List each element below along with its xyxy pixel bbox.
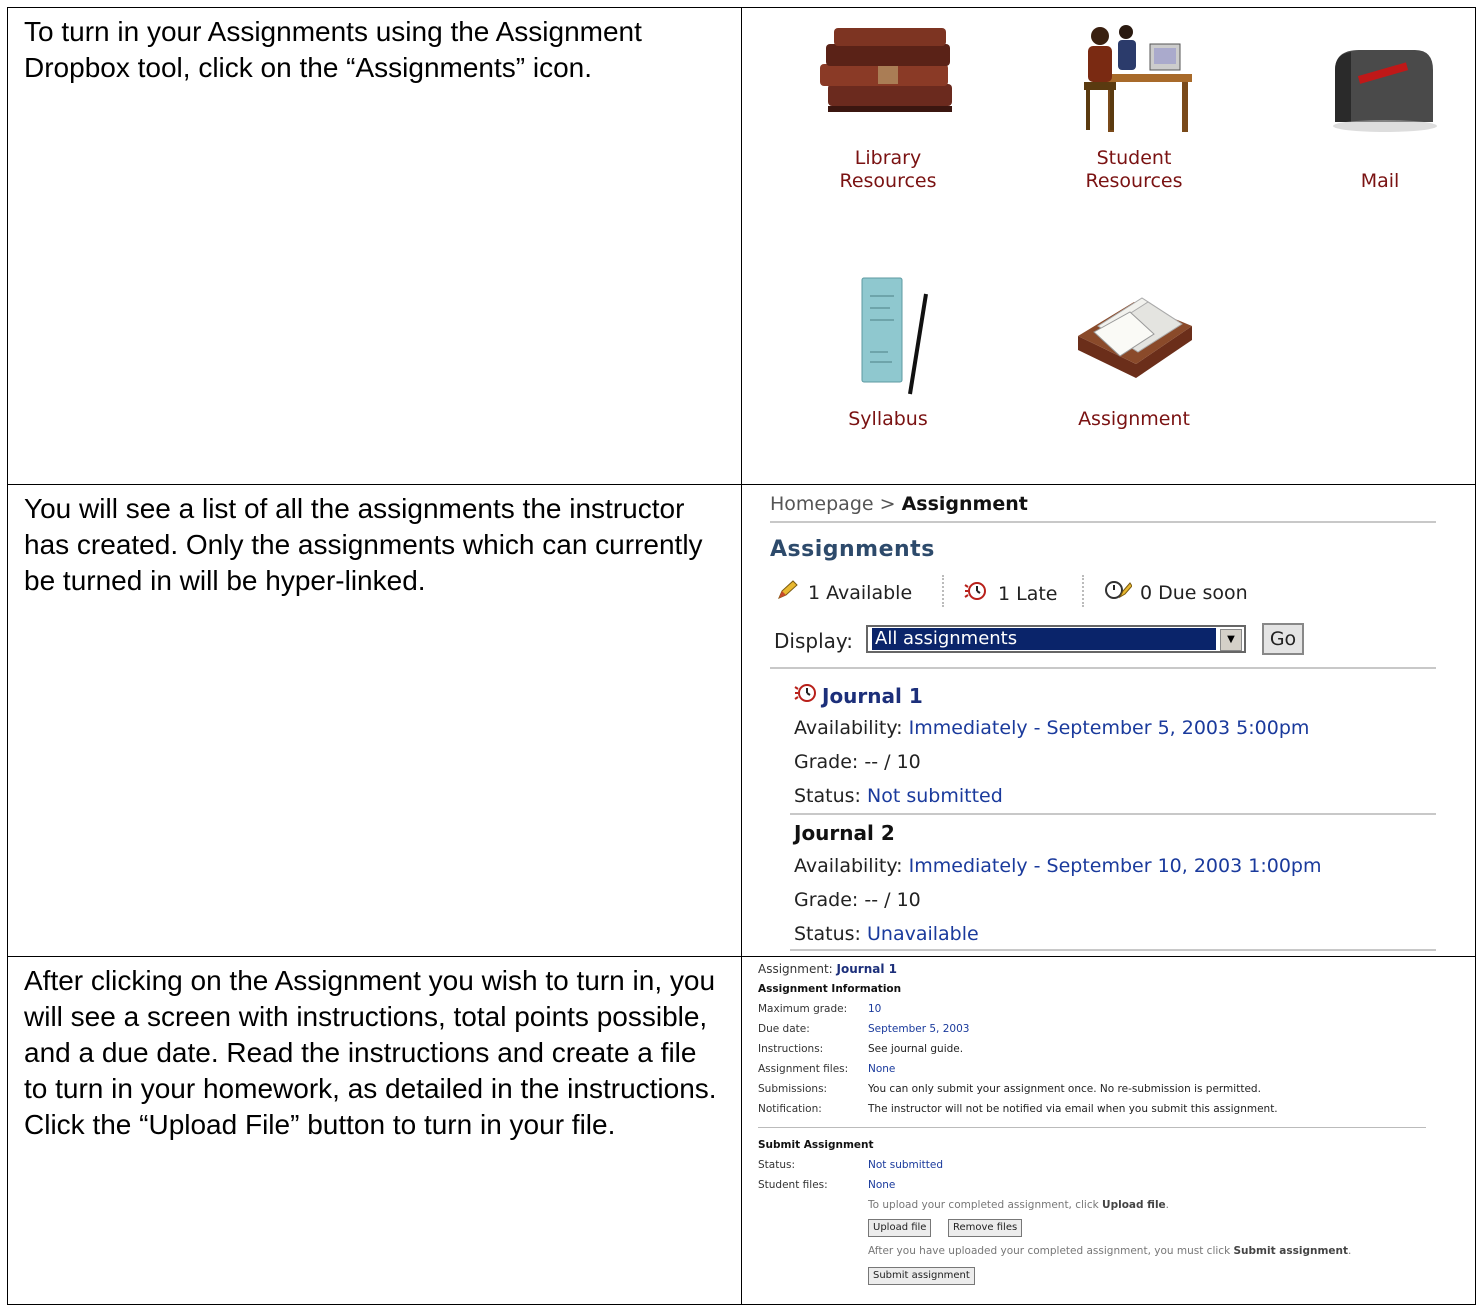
instruction-text-step-3: After clicking on the Assignment you wis… — [7, 956, 742, 1305]
books-icon — [778, 22, 998, 147]
due-date-value: September 5, 2003 — [868, 1023, 970, 1035]
assignment-link[interactable]: Assignment — [1024, 276, 1244, 431]
late-clock-icon — [964, 579, 990, 608]
due-soon-icon — [1104, 579, 1133, 606]
submit-hint: After you have uploaded your completed a… — [868, 1245, 1352, 1257]
student-resources-label: Student Resources — [1085, 147, 1183, 192]
library-resources-label: Library Resources — [839, 147, 937, 192]
syllabus-icon — [778, 276, 998, 404]
go-button[interactable]: Go — [1262, 623, 1304, 655]
divider — [770, 521, 1436, 523]
assignment-files-value: None — [868, 1063, 896, 1075]
maximum-grade-value: 10 — [868, 1003, 882, 1015]
submit-assignment-heading: Submit Assignment — [758, 1139, 874, 1151]
syllabus-label: Syllabus — [848, 408, 928, 430]
assignment-status: Status: Unavailable — [794, 923, 979, 945]
student-files-value: None — [868, 1179, 896, 1191]
instructions-value: See journal guide. — [868, 1043, 964, 1055]
assignment-heading: Assignment: Journal 1 — [758, 962, 897, 976]
library-resources-link[interactable]: Library Resources — [778, 22, 998, 193]
breadcrumb-home[interactable]: Homepage — [770, 493, 874, 515]
chevron-down-icon[interactable]: ▼ — [1220, 629, 1242, 651]
available-counter[interactable]: 1 Available — [776, 579, 912, 606]
page-title: Assignments — [770, 537, 935, 562]
submission-status-value: Not submitted — [868, 1159, 944, 1171]
breadcrumb-current: Assignment — [901, 493, 1028, 515]
assignment-availability: Availability: Immediately - September 5,… — [794, 717, 1310, 739]
notification-value: The instructor will not be notified via … — [868, 1103, 1278, 1115]
upload-file-button[interactable]: Upload file — [868, 1219, 932, 1237]
submit-assignment-button[interactable]: Submit assignment — [868, 1267, 975, 1285]
display-select[interactable]: All assignments ▼ — [866, 625, 1246, 653]
late-clock-icon — [794, 681, 820, 710]
assignment-journal-2-title: Journal 2 — [794, 821, 895, 845]
screenshot-assignment-detail: Assignment: Journal 1 Assignment Informa… — [741, 956, 1476, 1305]
assignment-label: Assignment — [1078, 408, 1190, 430]
instruction-text-step-2: You will see a list of all the assignmen… — [7, 484, 742, 957]
breadcrumb: Homepage > Assignment — [770, 493, 1028, 515]
upload-hint: To upload your completed assignment, cli… — [868, 1199, 1170, 1211]
assignment-information-heading: Assignment Information — [758, 983, 902, 995]
due-soon-counter[interactable]: 0 Due soon — [1104, 579, 1248, 606]
instruction-text-step-1: To turn in your Assignments using the As… — [7, 7, 742, 485]
late-counter[interactable]: 1 Late — [964, 579, 1058, 608]
assignment-grade: Grade: -- / 10 — [794, 889, 921, 911]
mail-link[interactable]: Mail — [1270, 22, 1475, 193]
mail-label: Mail — [1360, 170, 1400, 192]
syllabus-link[interactable]: Syllabus — [778, 276, 998, 431]
instruction-table: To turn in your Assignments using the As… — [7, 7, 1476, 1305]
pencil-icon — [776, 579, 800, 606]
assignment-journal-1-link[interactable]: Journal 1 — [794, 681, 923, 710]
display-label: Display: — [774, 629, 854, 653]
display-select-value: All assignments — [872, 628, 1216, 650]
student-resources-link[interactable]: Student Resources — [1024, 22, 1244, 193]
screenshot-course-icons: Library Resources Student Resources Mail… — [741, 7, 1476, 485]
mailbox-icon — [1270, 22, 1475, 170]
student-desk-icon — [1024, 22, 1244, 147]
assignment-status: Status: Not submitted — [794, 785, 1003, 807]
assignment-availability: Availability: Immediately - September 10… — [794, 855, 1322, 877]
assignment-grade: Grade: -- / 10 — [794, 751, 921, 773]
inbox-tray-icon — [1024, 276, 1244, 404]
screenshot-assignment-list: Homepage > Assignment Assignments 1 Avai… — [741, 484, 1476, 957]
submissions-value: You can only submit your assignment once… — [868, 1083, 1261, 1095]
remove-files-button[interactable]: Remove files — [948, 1219, 1023, 1237]
